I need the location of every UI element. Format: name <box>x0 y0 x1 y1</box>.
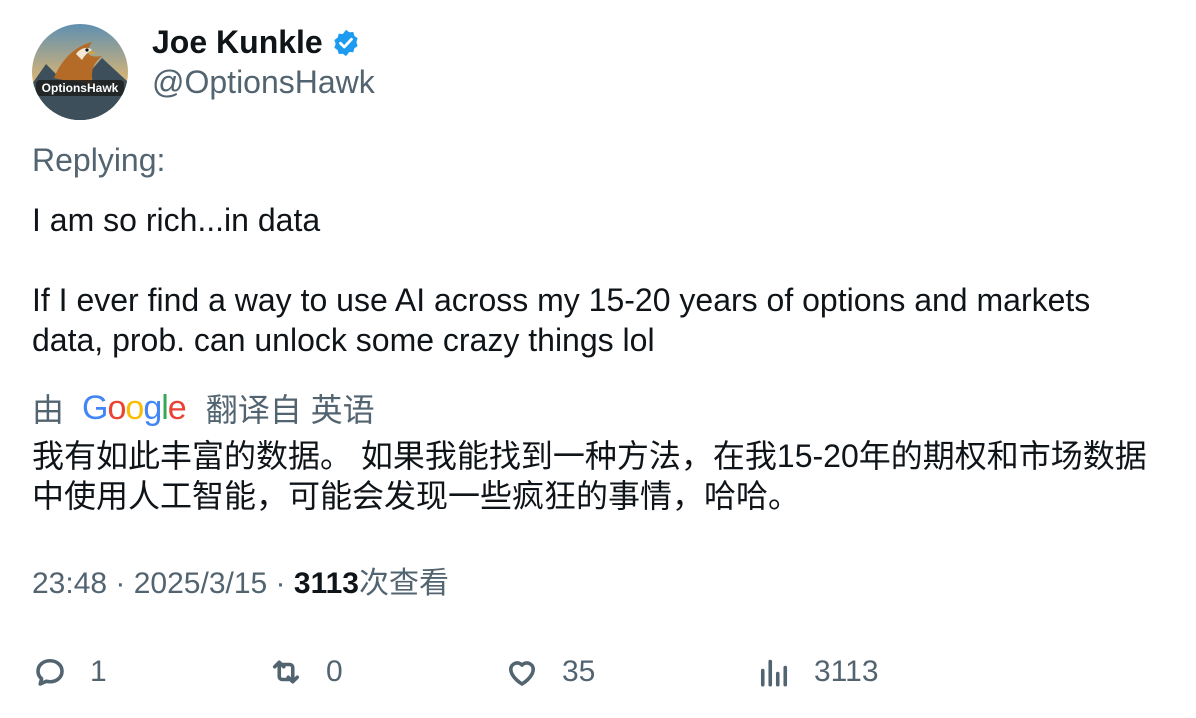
retweet-button[interactable]: 0 <box>268 650 343 694</box>
avatar-logo-text: OptionsHawk <box>41 81 119 95</box>
views-action-count: 3113 <box>814 655 879 688</box>
like-button[interactable]: 35 <box>504 650 595 694</box>
verified-badge-icon <box>334 29 358 57</box>
tweet-time[interactable]: 23:48 <box>32 567 107 600</box>
views-button[interactable]: 3113 <box>756 650 879 694</box>
reply-button[interactable]: 1 <box>32 650 107 694</box>
google-logo: Google <box>82 388 187 427</box>
translation-source-label: 翻译自 英语 <box>205 392 375 428</box>
avatar-image <box>32 24 128 120</box>
translation-attribution[interactable]: 由 Google 翻译自 英语 <box>32 386 375 430</box>
author-handle[interactable]: @OptionsHawk <box>152 62 375 102</box>
views-count: 3113 <box>293 567 359 600</box>
meta-separator: · <box>267 567 294 600</box>
author-display-name[interactable]: Joe Kunkle <box>152 22 323 62</box>
author-name-row[interactable]: Joe Kunkle <box>152 22 361 62</box>
reply-count: 1 <box>90 655 107 688</box>
translated-text: 我有如此丰富的数据。 如果我能找到一种方法，在我15-20年的期权和市场数据中使… <box>32 438 1147 514</box>
avatar[interactable]: OptionsHawk <box>32 24 128 120</box>
tweet-date[interactable]: 2025/3/15 <box>134 567 267 600</box>
heart-icon <box>508 661 536 686</box>
reply-icon <box>36 658 64 686</box>
retweet-icon <box>272 660 300 684</box>
tweet-text: I am so rich...in data If I ever find a … <box>32 202 1091 358</box>
views-label: 次查看 <box>358 567 449 600</box>
tweet-meta: 23:48 · 2025/3/15 · 3113次查看 <box>32 564 449 604</box>
replying-label: Replying: <box>32 142 166 178</box>
analytics-icon <box>760 659 788 687</box>
retweet-count: 0 <box>326 655 343 688</box>
like-count: 35 <box>562 655 596 688</box>
meta-separator: · <box>107 567 134 600</box>
translation-prefix: 由 <box>32 392 65 428</box>
